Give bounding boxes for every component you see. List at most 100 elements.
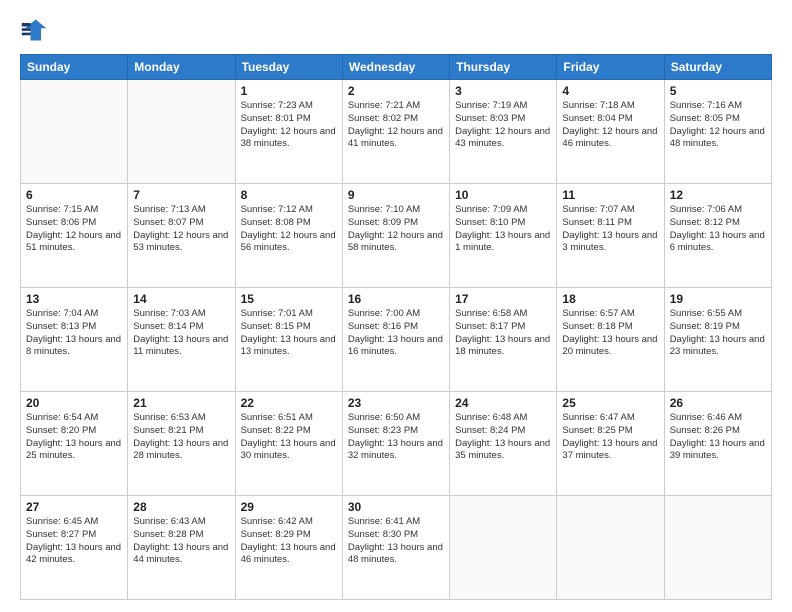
calendar-cell: 11 Sunrise: 7:07 AMSunset: 8:11 PMDayligh… <box>557 184 664 288</box>
calendar-cell: 12 Sunrise: 7:06 AMSunset: 8:12 PMDayligh… <box>664 184 771 288</box>
calendar-week-4: 20 Sunrise: 6:54 AMSunset: 8:20 PMDayligh… <box>21 392 772 496</box>
calendar-header-wednesday: Wednesday <box>342 55 449 80</box>
day-number: 22 <box>241 396 337 410</box>
calendar-cell: 1Sunrise: 7:23 AMSunset: 8:01 PMDaylight… <box>235 80 342 184</box>
day-info: Sunrise: 7:00 AMSunset: 8:16 PMDaylight:… <box>348 308 444 359</box>
calendar-week-5: 27 Sunrise: 6:45 AMSunset: 8:27 PMDayligh… <box>21 496 772 600</box>
day-info: Sunrise: 7:07 AMSunset: 8:11 PMDaylight:… <box>562 204 658 255</box>
calendar-header-thursday: Thursday <box>450 55 557 80</box>
day-info: Sunrise: 6:47 AMSunset: 8:25 PMDaylight:… <box>562 412 658 463</box>
day-number: 11 <box>562 188 658 202</box>
day-info: Sunrise: 6:50 AMSunset: 8:23 PMDaylight:… <box>348 412 444 463</box>
day-info: Sunrise: 6:45 AMSunset: 8:27 PMDaylight:… <box>26 516 122 567</box>
day-number: 4 <box>562 84 658 98</box>
calendar-cell <box>557 496 664 600</box>
calendar-cell: 14 Sunrise: 7:03 AMSunset: 8:14 PMDayligh… <box>128 288 235 392</box>
calendar-cell: 15 Sunrise: 7:01 AMSunset: 8:15 PMDayligh… <box>235 288 342 392</box>
calendar-cell <box>664 496 771 600</box>
day-info: Sunrise: 6:51 AMSunset: 8:22 PMDaylight:… <box>241 412 337 463</box>
calendar-cell: 10 Sunrise: 7:09 AMSunset: 8:10 PMDayligh… <box>450 184 557 288</box>
day-number: 24 <box>455 396 551 410</box>
day-number: 2 <box>348 84 444 98</box>
header <box>20 16 772 44</box>
calendar-cell <box>128 80 235 184</box>
calendar-cell: 22 Sunrise: 6:51 AMSunset: 8:22 PMDayligh… <box>235 392 342 496</box>
day-number: 28 <box>133 500 229 514</box>
calendar-cell: 30 Sunrise: 6:41 AMSunset: 8:30 PMDayligh… <box>342 496 449 600</box>
day-number: 10 <box>455 188 551 202</box>
calendar-header-sunday: Sunday <box>21 55 128 80</box>
day-info: Sunrise: 6:54 AMSunset: 8:20 PMDaylight:… <box>26 412 122 463</box>
calendar-week-2: 6 Sunrise: 7:15 AMSunset: 8:06 PMDaylight… <box>21 184 772 288</box>
day-number: 13 <box>26 292 122 306</box>
day-info: Sunrise: 6:53 AMSunset: 8:21 PMDaylight:… <box>133 412 229 463</box>
calendar-week-3: 13Sunrise: 7:04 AMSunset: 8:13 PMDayligh… <box>21 288 772 392</box>
day-number: 5 <box>670 84 766 98</box>
day-number: 16 <box>348 292 444 306</box>
day-number: 6 <box>26 188 122 202</box>
day-number: 18 <box>562 292 658 306</box>
calendar-cell: 9 Sunrise: 7:10 AMSunset: 8:09 PMDaylight… <box>342 184 449 288</box>
day-number: 20 <box>26 396 122 410</box>
calendar-cell <box>450 496 557 600</box>
calendar-body: 1Sunrise: 7:23 AMSunset: 8:01 PMDaylight… <box>21 80 772 600</box>
day-info: Sunrise: 6:58 AMSunset: 8:17 PMDaylight:… <box>455 308 551 359</box>
calendar-cell: 20 Sunrise: 6:54 AMSunset: 8:20 PMDayligh… <box>21 392 128 496</box>
day-info: Sunrise: 7:10 AMSunset: 8:09 PMDaylight:… <box>348 204 444 255</box>
day-info: Sunrise: 6:42 AMSunset: 8:29 PMDaylight:… <box>241 516 337 567</box>
day-number: 7 <box>133 188 229 202</box>
calendar-cell: 18Sunrise: 6:57 AMSunset: 8:18 PMDayligh… <box>557 288 664 392</box>
day-number: 1 <box>241 84 337 98</box>
day-info: Sunrise: 7:18 AMSunset: 8:04 PMDaylight:… <box>562 100 658 151</box>
day-info: Sunrise: 7:21 AMSunset: 8:02 PMDaylight:… <box>348 100 444 151</box>
calendar-cell: 29 Sunrise: 6:42 AMSunset: 8:29 PMDayligh… <box>235 496 342 600</box>
page: SundayMondayTuesdayWednesdayThursdayFrid… <box>0 0 792 612</box>
day-info: Sunrise: 7:13 AMSunset: 8:07 PMDaylight:… <box>133 204 229 255</box>
day-info: Sunrise: 7:06 AMSunset: 8:12 PMDaylight:… <box>670 204 766 255</box>
day-number: 3 <box>455 84 551 98</box>
calendar: SundayMondayTuesdayWednesdayThursdayFrid… <box>20 54 772 600</box>
calendar-cell: 23 Sunrise: 6:50 AMSunset: 8:23 PMDayligh… <box>342 392 449 496</box>
calendar-cell: 13Sunrise: 7:04 AMSunset: 8:13 PMDayligh… <box>21 288 128 392</box>
calendar-header-friday: Friday <box>557 55 664 80</box>
day-number: 29 <box>241 500 337 514</box>
logo-icon <box>20 16 48 44</box>
day-number: 15 <box>241 292 337 306</box>
day-number: 27 <box>26 500 122 514</box>
day-info: Sunrise: 6:46 AMSunset: 8:26 PMDaylight:… <box>670 412 766 463</box>
day-info: Sunrise: 7:15 AMSunset: 8:06 PMDaylight:… <box>26 204 122 255</box>
day-info: Sunrise: 7:16 AMSunset: 8:05 PMDaylight:… <box>670 100 766 151</box>
calendar-cell: 24 Sunrise: 6:48 AMSunset: 8:24 PMDayligh… <box>450 392 557 496</box>
calendar-cell: 21 Sunrise: 6:53 AMSunset: 8:21 PMDayligh… <box>128 392 235 496</box>
calendar-cell: 8Sunrise: 7:12 AMSunset: 8:08 PMDaylight… <box>235 184 342 288</box>
day-info: Sunrise: 6:48 AMSunset: 8:24 PMDaylight:… <box>455 412 551 463</box>
day-info: Sunrise: 7:09 AMSunset: 8:10 PMDaylight:… <box>455 204 551 255</box>
day-info: Sunrise: 6:55 AMSunset: 8:19 PMDaylight:… <box>670 308 766 359</box>
logo <box>20 16 52 44</box>
day-number: 30 <box>348 500 444 514</box>
day-number: 25 <box>562 396 658 410</box>
calendar-week-1: 1Sunrise: 7:23 AMSunset: 8:01 PMDaylight… <box>21 80 772 184</box>
calendar-cell: 19 Sunrise: 6:55 AMSunset: 8:19 PMDayligh… <box>664 288 771 392</box>
day-info: Sunrise: 7:12 AMSunset: 8:08 PMDaylight:… <box>241 204 337 255</box>
day-info: Sunrise: 6:41 AMSunset: 8:30 PMDaylight:… <box>348 516 444 567</box>
calendar-cell: 17 Sunrise: 6:58 AMSunset: 8:17 PMDayligh… <box>450 288 557 392</box>
day-info: Sunrise: 7:03 AMSunset: 8:14 PMDaylight:… <box>133 308 229 359</box>
day-number: 12 <box>670 188 766 202</box>
calendar-header-monday: Monday <box>128 55 235 80</box>
day-number: 26 <box>670 396 766 410</box>
day-number: 17 <box>455 292 551 306</box>
day-number: 14 <box>133 292 229 306</box>
calendar-cell: 4 Sunrise: 7:18 AMSunset: 8:04 PMDaylight… <box>557 80 664 184</box>
calendar-cell: 26 Sunrise: 6:46 AMSunset: 8:26 PMDayligh… <box>664 392 771 496</box>
calendar-cell <box>21 80 128 184</box>
calendar-cell: 16 Sunrise: 7:00 AMSunset: 8:16 PMDayligh… <box>342 288 449 392</box>
day-info: Sunrise: 7:01 AMSunset: 8:15 PMDaylight:… <box>241 308 337 359</box>
day-info: Sunrise: 7:19 AMSunset: 8:03 PMDaylight:… <box>455 100 551 151</box>
day-number: 9 <box>348 188 444 202</box>
day-number: 19 <box>670 292 766 306</box>
day-number: 23 <box>348 396 444 410</box>
day-number: 21 <box>133 396 229 410</box>
calendar-header-saturday: Saturday <box>664 55 771 80</box>
calendar-cell: 28Sunrise: 6:43 AMSunset: 8:28 PMDayligh… <box>128 496 235 600</box>
